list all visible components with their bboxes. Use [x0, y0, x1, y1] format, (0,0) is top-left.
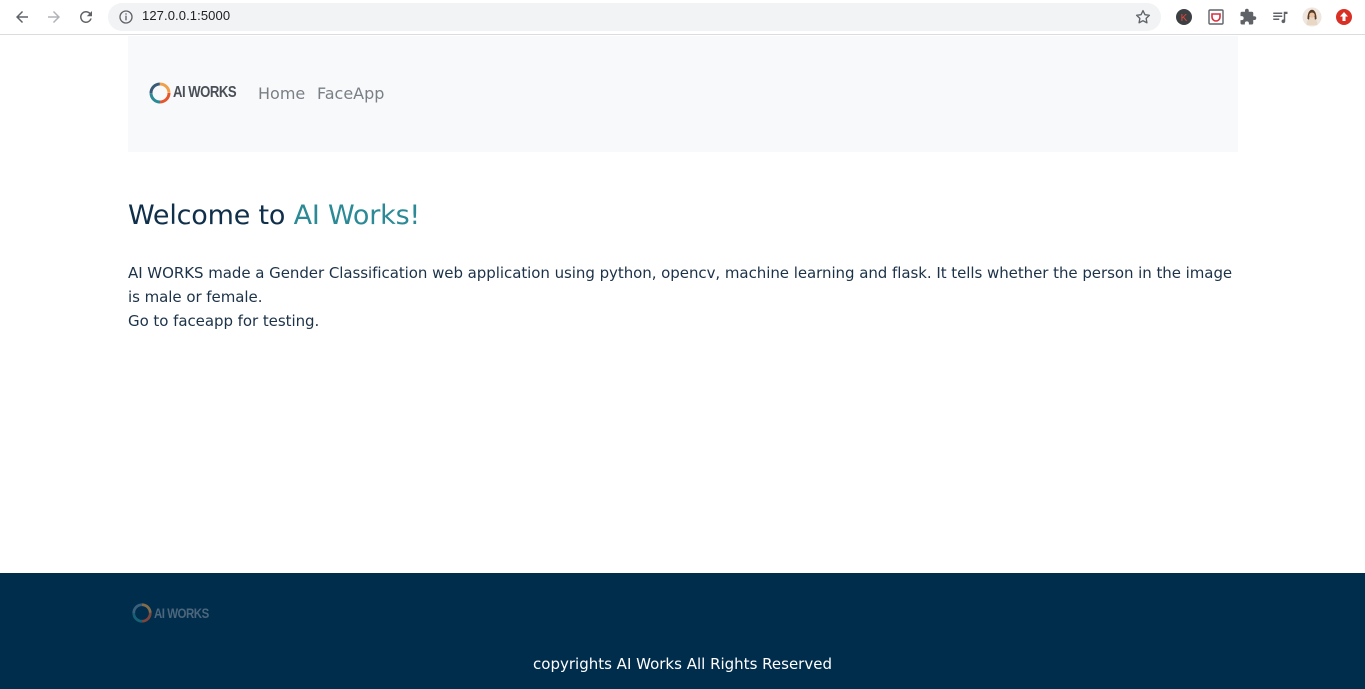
description-line-1: AI WORKS made a Gender Classification we… [128, 264, 1233, 306]
footer-brand-logo: AI WORKS [131, 602, 221, 624]
browser-toolbar: 127.0.0.1:5000 K [0, 0, 1365, 35]
title-accent: AI Works! [293, 200, 421, 231]
footer-brand-text: AI WORKS [154, 605, 209, 621]
description: AI WORKS made a Gender Classification we… [128, 261, 1240, 333]
nav-link-home[interactable]: Home [258, 84, 305, 103]
update-alert-icon[interactable] [1334, 7, 1354, 27]
copyright-text: copyrights AI Works All Rights Reserved [533, 655, 832, 673]
ai-works-logo-icon [132, 603, 152, 623]
ai-works-logo-icon [149, 82, 171, 104]
address-bar[interactable]: 127.0.0.1:5000 [108, 3, 1161, 31]
back-button[interactable] [6, 1, 38, 33]
bookmark-star-icon[interactable] [1134, 8, 1152, 26]
svg-text:K: K [1181, 13, 1188, 24]
main-content: Welcome to AI Works! AI WORKS made a Gen… [128, 200, 1238, 333]
profile-avatar[interactable] [1302, 7, 1322, 27]
extension-pocket-icon[interactable] [1206, 7, 1226, 27]
site-footer: AI WORKS copyrights AI Works All Rights … [0, 573, 1365, 689]
page-title: Welcome to AI Works! [128, 200, 1238, 231]
brand-text: AI WORKS [173, 84, 237, 101]
forward-button[interactable] [38, 1, 70, 33]
description-line-2: Go to faceapp for testing. [128, 312, 320, 330]
extensions-puzzle-icon[interactable] [1238, 7, 1258, 27]
site-navbar: AI WORKS Home FaceApp [128, 36, 1238, 152]
reload-icon [79, 10, 92, 23]
brand-logo[interactable]: AI WORKS [148, 81, 250, 105]
title-prefix: Welcome to [128, 200, 294, 231]
media-queue-icon[interactable] [1270, 7, 1290, 27]
arrow-left-icon [16, 11, 28, 23]
url-text[interactable]: 127.0.0.1:5000 [142, 8, 230, 23]
nav-link-faceapp[interactable]: FaceApp [317, 84, 384, 103]
reload-button[interactable] [70, 1, 102, 33]
arrow-right-icon [48, 11, 60, 23]
info-icon[interactable] [118, 9, 134, 25]
extension-k-icon[interactable]: K [1174, 7, 1194, 27]
